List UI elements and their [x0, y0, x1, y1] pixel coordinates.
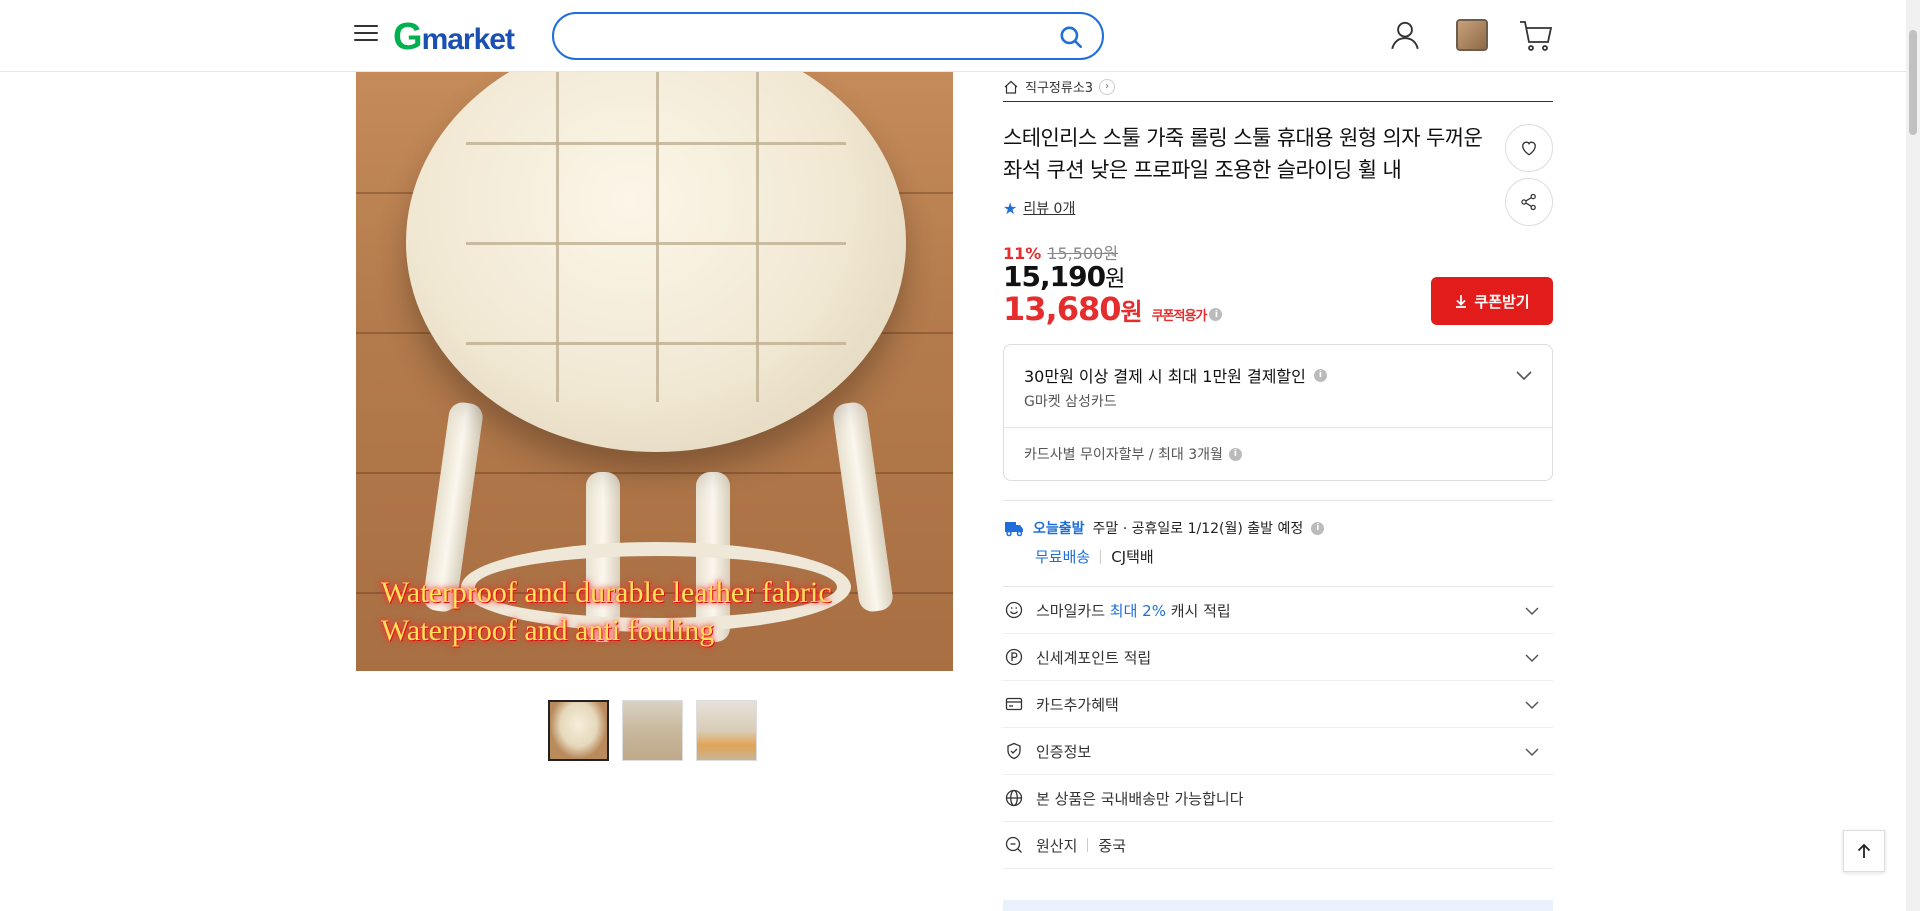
origin-label: 원산지: [1036, 836, 1078, 855]
menu-icon[interactable]: [352, 20, 380, 48]
search-bar: [552, 12, 1104, 60]
gmarket-logo[interactable]: Gmarket: [393, 16, 515, 58]
origin-value: 중국: [1098, 836, 1127, 855]
review-count[interactable]: 리뷰 0개: [1023, 198, 1075, 218]
coupon-download-label: 쿠폰받기: [1474, 293, 1530, 311]
product-main-image[interactable]: Waterproof and durable leather fabric Wa…: [356, 72, 953, 671]
sale-price-number: 15,190: [1003, 260, 1106, 293]
logo-g: G: [393, 16, 423, 58]
recent-view-icon[interactable]: [1452, 19, 1488, 55]
image-caption: Waterproof and durable leather fabric Wa…: [381, 574, 832, 650]
delivery-truck-icon: [1005, 522, 1023, 537]
chevron-down-icon[interactable]: [1523, 649, 1541, 667]
info-icon[interactable]: i: [1311, 521, 1325, 535]
thumbnail-list: [548, 700, 757, 761]
sale-price-unit: 원: [1105, 267, 1125, 292]
home-icon[interactable]: [1003, 79, 1019, 95]
card-promotion-box: 30만원 이상 결제 시 최대 1만원 결제할인 i G마켓 삼성카드 카드사별…: [1003, 344, 1553, 481]
certification-label: 인증정보: [1036, 742, 1092, 761]
heart-icon: [1522, 141, 1536, 156]
coupon-applied-label: 쿠폰적용가 i: [1152, 305, 1223, 324]
point-icon: [1005, 648, 1023, 666]
shinsegae-point-label: 신세계포인트 적립: [1036, 648, 1152, 667]
share-icon: [1521, 193, 1536, 211]
smile-card-suffix: 캐시 적립: [1170, 601, 1231, 620]
star-icon: ★: [1003, 198, 1018, 218]
card-promo-card: G마켓 삼성카드: [1024, 394, 1117, 410]
logo-text: market: [421, 23, 515, 56]
shinsegae-point-row[interactable]: 신세계포인트 적립: [1003, 634, 1553, 681]
coupon-price: 13,680 원 쿠폰적용가 i: [1003, 290, 1223, 328]
scroll-to-top-button[interactable]: [1843, 830, 1885, 872]
image-caption-line1: Waterproof and durable leather fabric: [381, 576, 832, 609]
scrollbar-thumb[interactable]: [1909, 30, 1917, 135]
divider: [1100, 549, 1102, 564]
chevron-down-icon[interactable]: [1514, 365, 1534, 385]
globe-icon: [1005, 789, 1023, 807]
coupon-applied-text: 쿠폰적용가: [1151, 309, 1208, 324]
certification-row[interactable]: 인증정보: [1003, 728, 1553, 775]
coupon-price-number: 13,680: [1003, 290, 1121, 328]
smile-card-rate: 최대 2%: [1109, 601, 1166, 620]
thumbnail-1[interactable]: [548, 700, 609, 761]
origin-search-icon: [1005, 836, 1022, 853]
card-extra-benefit-label: 카드추가혜택: [1036, 695, 1119, 714]
smile-card-label: 스마일카드: [1036, 601, 1106, 620]
thumbnail-2[interactable]: [622, 700, 683, 761]
sale-price: 15,190원: [1003, 260, 1125, 293]
chevron-down-icon[interactable]: [1523, 696, 1541, 714]
breadcrumb: 직구정류소3 ›: [1003, 72, 1553, 102]
thumbnail-3[interactable]: [696, 700, 757, 761]
chevron-down-icon[interactable]: [1523, 602, 1541, 620]
smile-icon: [1005, 601, 1023, 619]
shipping-carrier: CJ택배: [1111, 548, 1154, 566]
share-button[interactable]: [1505, 178, 1553, 226]
user-icon[interactable]: [1388, 18, 1422, 52]
info-icon[interactable]: i: [1313, 368, 1327, 382]
origin-row: 원산지 중국: [1003, 822, 1553, 869]
installment-info: 카드사별 무이자할부 / 최대 3개월 i: [1024, 444, 1242, 464]
wishlist-button[interactable]: [1505, 124, 1553, 172]
chevron-down-icon[interactable]: [1523, 743, 1541, 761]
smile-card-row[interactable]: 스마일카드 최대 2% 캐시 적립: [1003, 587, 1553, 634]
page-scrollbar[interactable]: [1906, 0, 1920, 911]
info-icon[interactable]: i: [1228, 447, 1242, 461]
arrow-up-icon: [1857, 843, 1871, 858]
card-promo-text: 30만원 이상 결제 시 최대 1만원 결제할인: [1024, 367, 1306, 386]
domestic-shipping-label: 본 상품은 국내배송만 가능합니다: [1036, 789, 1244, 808]
site-header: Gmarket: [0, 0, 1910, 72]
card-extra-benefit-row[interactable]: 카드추가혜택: [1003, 681, 1553, 728]
shipping-details: 무료배송 CJ택배: [1035, 546, 1154, 567]
divider: [1004, 427, 1552, 428]
shield-check-icon: [1007, 742, 1021, 760]
divider: [1087, 838, 1089, 852]
chevron-right-icon[interactable]: ›: [1099, 78, 1116, 95]
domestic-shipping-row: 본 상품은 국내배송만 가능합니다: [1003, 775, 1553, 822]
search-input[interactable]: [574, 24, 1034, 48]
shipping-row: 오늘출발 주말 · 공휴일로 1/12(월) 출발 예정 i: [1003, 518, 1325, 538]
card-promo-title: 30만원 이상 결제 시 최대 1만원 결제할인 i: [1024, 363, 1327, 387]
download-icon: [1456, 295, 1467, 308]
shipping-notice: 주말 · 공휴일로 1/12(월) 출발 예정: [1092, 521, 1304, 537]
coupon-price-unit: 원: [1120, 298, 1142, 326]
today-ship-label: 오늘출발: [1033, 521, 1085, 537]
cart-icon[interactable]: [1518, 17, 1554, 53]
card-icon: [1005, 697, 1023, 711]
search-icon[interactable]: [1058, 24, 1084, 50]
shipping-fee: 무료배송: [1035, 548, 1091, 566]
divider: [1003, 500, 1553, 501]
image-caption-line2: Waterproof and anti fouling: [381, 614, 715, 647]
info-icon[interactable]: i: [1209, 308, 1223, 321]
product-title: 스테인리스 스툴 가죽 롤링 스툴 휴대용 원형 의자 두꺼운 좌석 쿠션 낮은…: [1003, 126, 1483, 182]
review-summary[interactable]: ★ 리뷰 0개: [1003, 198, 1075, 218]
coupon-download-button[interactable]: 쿠폰받기: [1431, 277, 1553, 325]
next-section-banner: [1003, 900, 1553, 911]
breadcrumb-shop[interactable]: 직구정류소3: [1025, 77, 1093, 96]
installment-text: 카드사별 무이자할부 / 최대 3개월: [1024, 447, 1223, 463]
